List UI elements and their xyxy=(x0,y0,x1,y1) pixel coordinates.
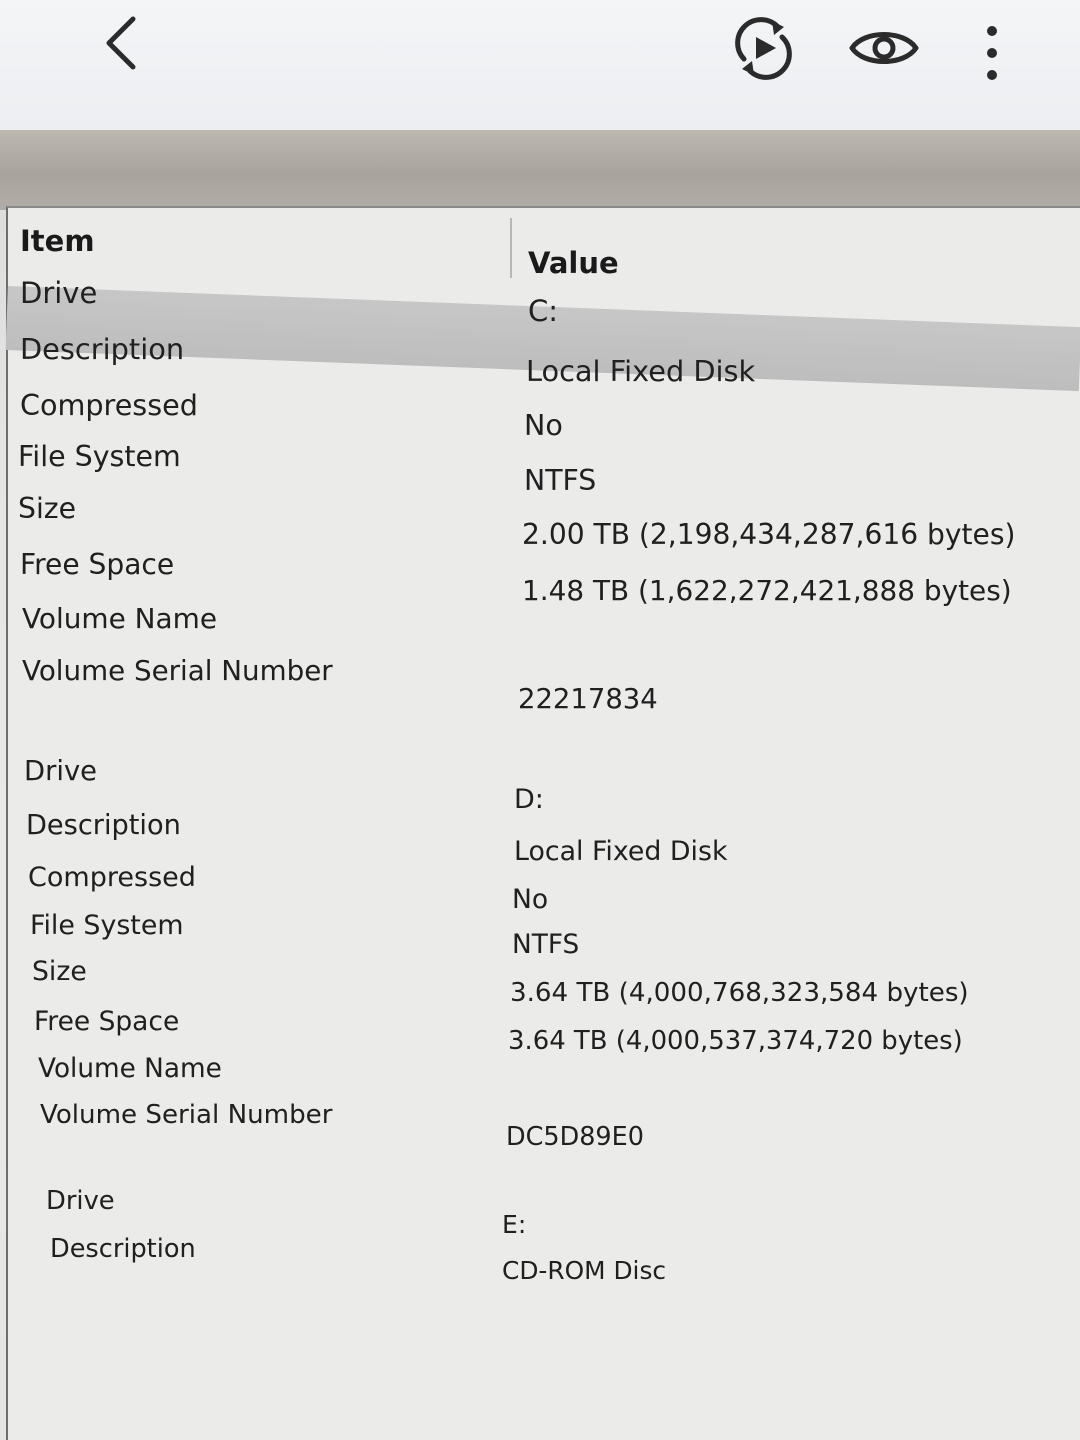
row-value: No xyxy=(512,884,549,915)
motion-photo-button[interactable] xyxy=(722,8,804,88)
row-value: Local Fixed Disk xyxy=(526,354,756,388)
more-vertical-icon xyxy=(987,26,997,80)
column-header-value[interactable]: Value xyxy=(528,246,619,280)
eye-button[interactable] xyxy=(842,8,926,88)
back-button[interactable] xyxy=(84,2,154,82)
motion-photo-play-icon xyxy=(735,17,792,80)
row-item-label: File System xyxy=(18,440,181,473)
row-item-label: Free Space xyxy=(34,1006,180,1037)
more-options-button[interactable] xyxy=(962,8,1022,98)
row-item-label: Drive xyxy=(20,276,98,310)
row-item-label: Compressed xyxy=(28,862,196,893)
row-value: CD-ROM Disc xyxy=(502,1256,667,1285)
row-item-label: Description xyxy=(26,810,181,841)
row-item-label: Volume Name xyxy=(38,1054,222,1084)
row-value: 1.48 TB (1,622,272,421,888 bytes) xyxy=(522,574,1012,607)
row-item-label: Volume Name xyxy=(22,602,217,635)
row-item-label: Drive xyxy=(24,756,97,787)
row-value: 3.64 TB (4,000,537,374,720 bytes) xyxy=(508,1026,963,1056)
row-value: NTFS xyxy=(512,930,580,960)
row-value: 3.64 TB (4,000,768,323,584 bytes) xyxy=(510,978,969,1008)
row-item-label: Free Space xyxy=(20,548,175,581)
row-value: 22217834 xyxy=(518,684,658,715)
row-value: Local Fixed Disk xyxy=(514,836,728,867)
row-item-label: File System xyxy=(30,910,184,941)
row-value: C: xyxy=(528,294,559,328)
row-item-label: Size xyxy=(32,956,87,987)
column-divider[interactable] xyxy=(510,218,512,278)
row-value: DC5D89E0 xyxy=(506,1122,644,1152)
row-item-label: Volume Serial Number xyxy=(40,1100,333,1130)
row-value: D: xyxy=(514,784,544,815)
row-value: 2.00 TB (2,198,434,287,616 bytes) xyxy=(522,518,1016,551)
list-header: Item Value xyxy=(8,208,1080,280)
row-item-label: Size xyxy=(18,492,77,525)
row-value: E: xyxy=(502,1210,527,1239)
column-header-item[interactable]: Item xyxy=(20,224,95,258)
drives-list-view: Item Value Drive C: Description Local Fixed… xyxy=(5,206,1080,1440)
eye-icon xyxy=(849,32,919,64)
row-item-label: Description xyxy=(20,332,185,366)
chevron-left-icon xyxy=(106,16,136,70)
row-item-label: Description xyxy=(50,1234,196,1264)
row-item-label: Drive xyxy=(46,1186,115,1216)
photographed-screen: Item Value Drive C: Description Local Fixed… xyxy=(0,130,1080,1440)
row-item-label: Compressed xyxy=(20,388,198,422)
row-value: No xyxy=(524,408,563,442)
row-item-label: Volume Serial Number xyxy=(22,654,333,687)
window-frame-strip xyxy=(0,130,1080,210)
row-value: NTFS xyxy=(524,464,597,497)
viewer-toolbar xyxy=(0,0,1080,130)
